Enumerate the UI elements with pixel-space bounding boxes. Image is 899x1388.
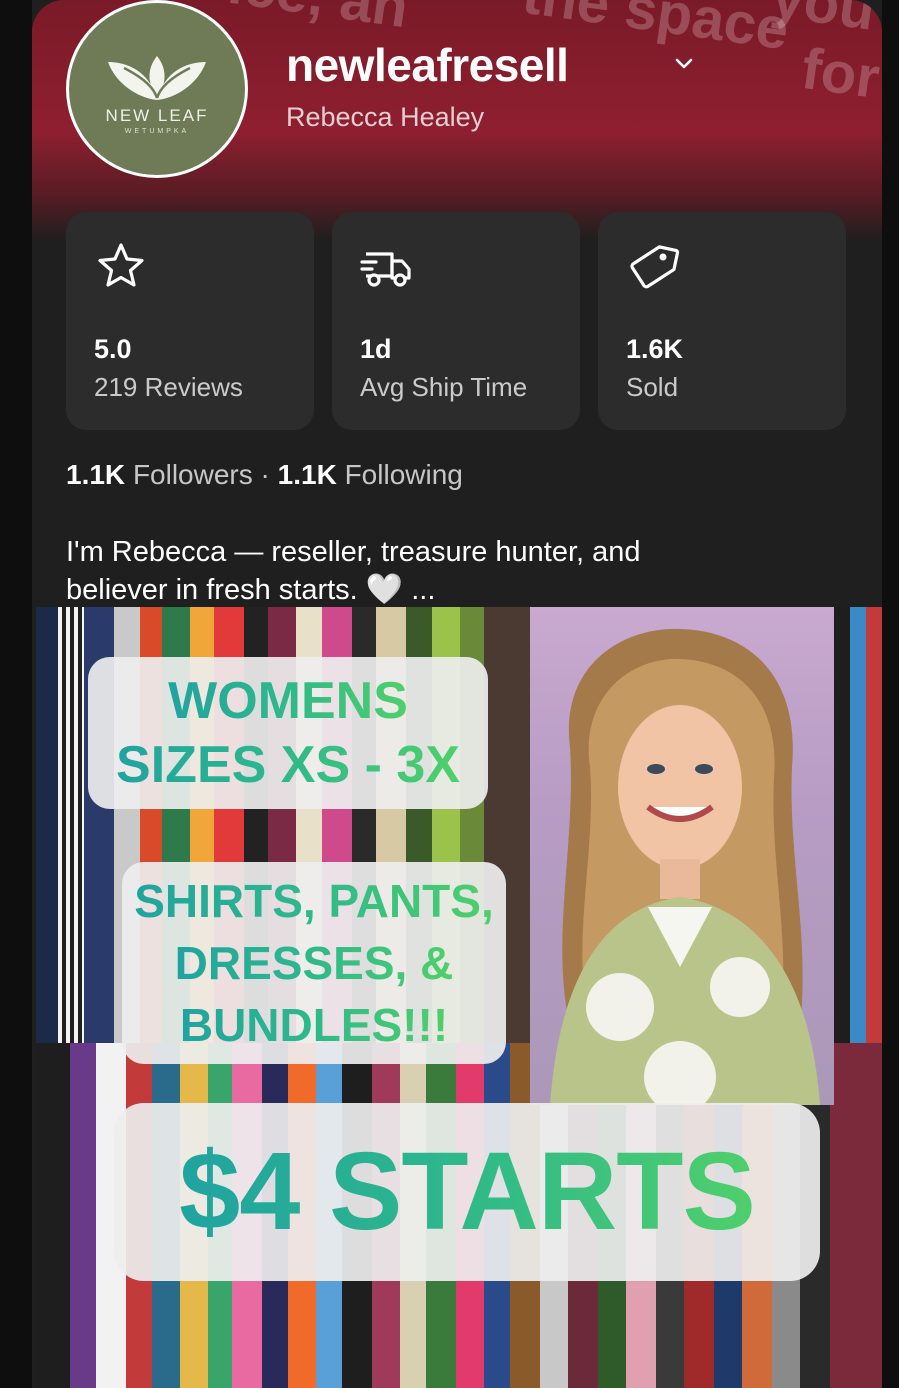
heart-icon: 🤍 (365, 573, 404, 606)
promo-sizes-tag: WOMENS SIZES XS - 3X (88, 657, 488, 809)
leaf-logo-icon (108, 55, 206, 100)
stat-value: 5.0 (94, 334, 132, 364)
promo-line-womens: WOMENS (168, 669, 408, 733)
clothing-rack-right (834, 607, 882, 1043)
followers-label: Followers (132, 459, 253, 490)
truck-icon (360, 252, 411, 287)
stat-value: 1.6K (626, 334, 684, 364)
logo-location: WETUMPKA (124, 127, 190, 135)
stat-card-shipping[interactable]: 1d Avg Ship Time (332, 212, 580, 430)
profile-screen: ice, an the space you for NEW LEAF WETUM… (32, 0, 882, 1388)
stat-value: 1d (360, 334, 392, 364)
promo-price-tag: $4 STARTS (114, 1103, 820, 1281)
tag-icon (630, 245, 680, 289)
follow-separator: · (260, 459, 270, 490)
bio-more[interactable]: ... (411, 574, 435, 606)
display-name: Rebecca Healey (286, 102, 485, 132)
promo-line-dresses: DRESSES, & (175, 932, 454, 994)
profile-photo (530, 607, 834, 1105)
following-link[interactable]: 1.1K Following (278, 459, 463, 490)
star-icon (98, 243, 144, 287)
bio-line-2: believer in fresh starts. (66, 574, 358, 606)
stat-label: Sold (626, 372, 679, 402)
avatar[interactable]: NEW LEAF WETUMPKA (66, 0, 248, 178)
username[interactable]: newleafresell (286, 38, 569, 92)
stat-label: 219 Reviews (94, 372, 243, 402)
followers-count: 1.1K (66, 459, 126, 490)
promo-image[interactable]: WOMENS SIZES XS - 3X SHIRTS, PANTS, DRES… (36, 607, 882, 1388)
bio[interactable]: I'm Rebecca — reseller, treasure hunter,… (66, 533, 826, 609)
followers-link[interactable]: 1.1K Followers (66, 459, 253, 490)
stat-card-reviews[interactable]: 5.0 219 Reviews (66, 212, 314, 430)
stat-label: Avg Ship Time (360, 372, 528, 402)
logo-name: NEW LEAF (105, 105, 209, 125)
stat-card-sold[interactable]: 1.6K Sold (598, 212, 846, 430)
promo-price: $4 STARTS (179, 1128, 756, 1256)
promo-line-sizes: SIZES XS - 3X (116, 733, 460, 797)
bio-line-2-row: believer in fresh starts. 🤍 ... (66, 571, 826, 609)
banner-text-1: ice, an (224, 0, 412, 41)
person-photo (550, 628, 820, 1105)
promo-items-tag: SHIRTS, PANTS, DRESSES, & BUNDLES!!! (122, 862, 506, 1064)
following-label: Following (344, 459, 463, 490)
banner-text-4: for (797, 35, 882, 112)
promo-line-shirts: SHIRTS, PANTS, (134, 870, 494, 932)
follow-counts: 1.1K Followers · 1.1K Following (66, 459, 463, 491)
following-count: 1.1K (277, 459, 337, 490)
bio-line-1: I'm Rebecca — reseller, treasure hunter,… (66, 536, 641, 568)
chevron-down-icon[interactable] (670, 50, 698, 78)
promo-line-bundles: BUNDLES!!! (180, 994, 448, 1056)
stats-row: 5.0 219 Reviews 1d Avg Ship Time 1.6K So… (66, 212, 848, 430)
